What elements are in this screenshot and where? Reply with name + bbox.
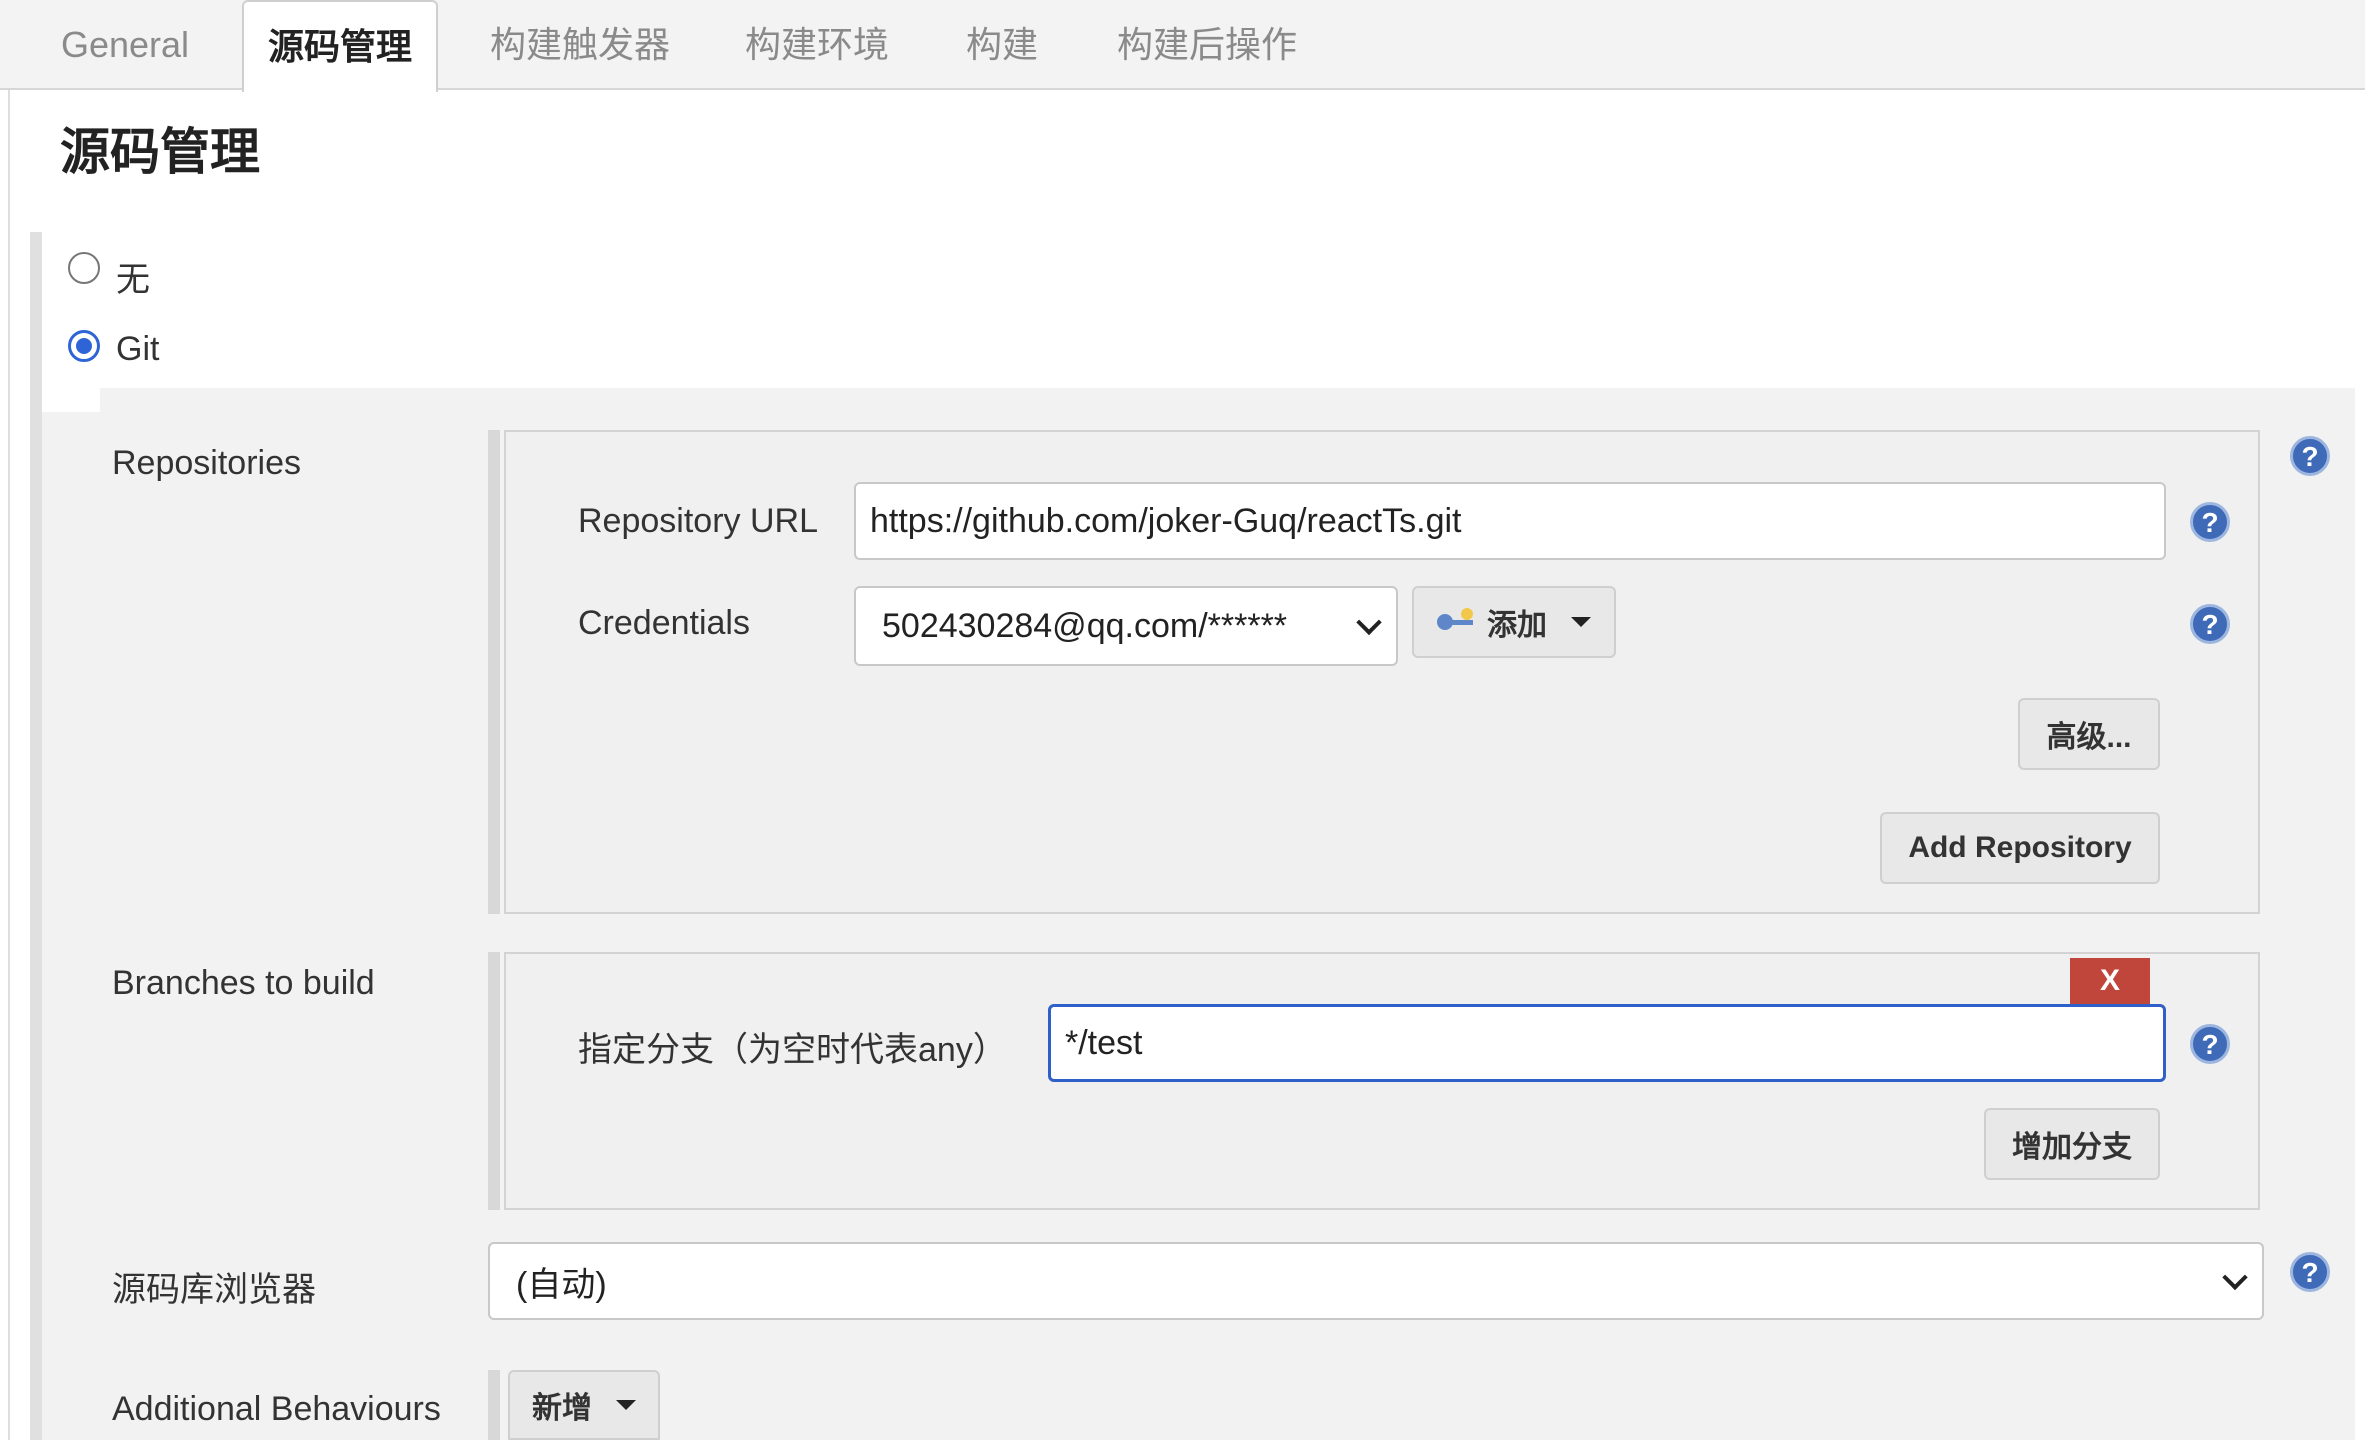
page-left-border: [8, 90, 10, 1440]
radio-git-label: Git: [116, 330, 160, 368]
add-behaviour-button[interactable]: 新增: [508, 1370, 660, 1440]
advanced-button[interactable]: 高级...: [2018, 698, 2160, 770]
tab-general[interactable]: General: [40, 0, 210, 90]
repository-url-help-icon[interactable]: ?: [2190, 502, 2230, 542]
repository-browser-value: (自动): [516, 1265, 607, 1304]
add-behaviour-label: 新增: [532, 1392, 592, 1425]
repository-url-value: https://github.com/joker-Guq/reactTs.git: [870, 501, 1462, 540]
repository-url-label: Repository URL: [578, 502, 818, 540]
add-branch-button[interactable]: 增加分支: [1984, 1108, 2160, 1180]
branches-label: Branches to build: [112, 964, 375, 1002]
caret-down-icon: [616, 1400, 636, 1410]
branches-box-bar: [488, 952, 500, 1210]
tab-build-environment[interactable]: 构建环境: [722, 0, 912, 90]
key-icon: [1437, 608, 1477, 632]
tab-post-build[interactable]: 构建后操作: [1092, 0, 1322, 90]
radio-none-label: 无: [116, 261, 150, 299]
branch-help-icon[interactable]: ?: [2190, 1024, 2230, 1064]
additional-behaviours-label: Additional Behaviours: [112, 1390, 441, 1428]
repositories-help-icon[interactable]: ?: [2290, 436, 2330, 476]
repositories-box-bar: [488, 430, 500, 914]
chevron-down-icon: [1356, 609, 1382, 636]
repository-url-input[interactable]: https://github.com/joker-Guq/reactTs.git: [854, 482, 2166, 560]
chevron-down-icon: [2222, 1264, 2248, 1291]
git-panel-notch: [42, 388, 100, 412]
credentials-select[interactable]: 502430284@qq.com/******: [854, 586, 1398, 666]
branch-specifier-value: */test: [1065, 1023, 1143, 1062]
behaviours-box-bar: [488, 1370, 500, 1440]
repository-browser-label: 源码库浏览器: [112, 1271, 316, 1309]
tab-build-triggers[interactable]: 构建触发器: [470, 0, 690, 90]
radio-git[interactable]: [68, 330, 100, 362]
branch-specifier-input[interactable]: */test: [1048, 1004, 2166, 1082]
repository-browser-help-icon[interactable]: ?: [2290, 1252, 2330, 1292]
branch-specifier-label: 指定分支（为空时代表any）: [578, 1031, 1007, 1069]
credentials-value: 502430284@qq.com/******: [882, 606, 1288, 645]
tab-build[interactable]: 构建: [944, 0, 1060, 90]
caret-down-icon: [1571, 617, 1591, 627]
credentials-help-icon[interactable]: ?: [2190, 604, 2230, 644]
repositories-label: Repositories: [112, 444, 301, 482]
radio-none[interactable]: [68, 252, 100, 284]
repository-browser-select[interactable]: (自动): [488, 1242, 2264, 1320]
add-credentials-label: 添加: [1487, 609, 1547, 642]
tab-source-management[interactable]: 源码管理: [242, 0, 438, 92]
section-indent-bar: [30, 232, 42, 1440]
credentials-label: Credentials: [578, 604, 750, 642]
add-credentials-button[interactable]: 添加: [1412, 586, 1616, 658]
page-title: 源码管理: [60, 124, 260, 180]
delete-branch-button[interactable]: X: [2070, 958, 2150, 1004]
add-repository-button[interactable]: Add Repository: [1880, 812, 2160, 884]
